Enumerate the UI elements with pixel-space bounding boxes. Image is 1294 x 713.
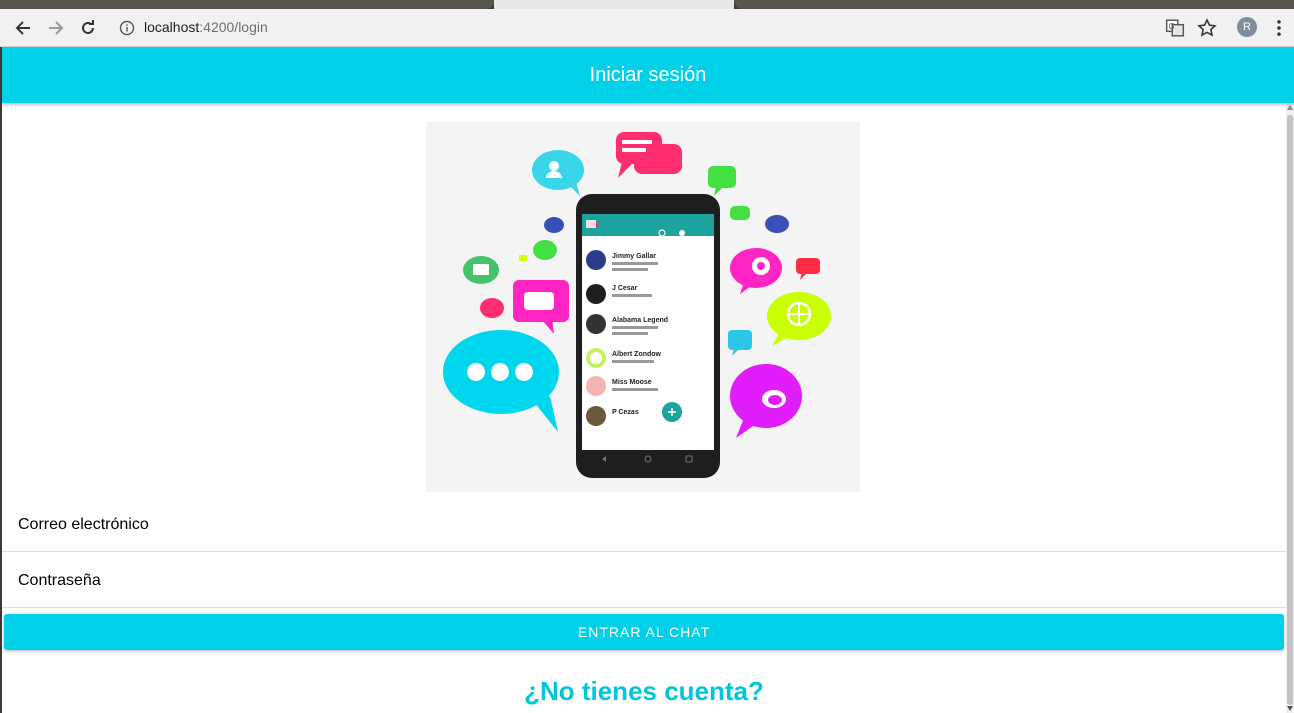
contact-name: Albert Zondow — [612, 351, 662, 358]
email-field-row — [2, 497, 1286, 552]
scroll-up-arrow-icon[interactable] — [1287, 105, 1293, 110]
reload-icon[interactable] — [75, 15, 101, 41]
contact-name: P Cezas — [612, 409, 639, 416]
url-host: localhost — [144, 19, 200, 35]
chat-illustration: Jimmy Gallar J Cesar Alabama Legend Albe… — [426, 122, 860, 492]
active-tab[interactable] — [494, 0, 734, 9]
smartphone-icon — [576, 194, 720, 478]
forward-arrow-icon[interactable] — [43, 15, 69, 41]
password-field-row — [2, 553, 1286, 608]
more-vert-icon[interactable] — [1269, 18, 1289, 38]
translate-icon[interactable]: G — [1165, 18, 1185, 38]
password-field[interactable] — [18, 553, 1218, 608]
bookmark-star-icon[interactable] — [1197, 18, 1217, 38]
tab-strip — [0, 0, 1294, 9]
enter-chat-button[interactable]: ENTRAR AL CHAT — [4, 614, 1284, 650]
site-info-icon[interactable] — [118, 19, 136, 37]
contact-name: J Cesar — [612, 285, 638, 292]
email-field[interactable] — [18, 497, 1218, 552]
login-page: Iniciar sesión Jimmy Gallar J Cesar Alab… — [2, 47, 1294, 713]
scroll-down-arrow-icon[interactable] — [1287, 706, 1293, 711]
vertical-scrollbar[interactable] — [1286, 103, 1294, 713]
back-arrow-icon[interactable] — [10, 15, 36, 41]
scrollbar-thumb[interactable] — [1287, 115, 1293, 705]
address-bar[interactable]: localhost:4200/login — [144, 19, 268, 35]
contact-name: Alabama Legend — [612, 317, 668, 324]
app-header: Iniciar sesión — [2, 47, 1294, 103]
signup-link[interactable]: ¿No tienes cuenta? — [2, 676, 1286, 707]
browser-toolbar: localhost:4200/login G R — [0, 9, 1294, 47]
inactive-tab-right[interactable] — [734, 0, 1294, 9]
contact-name: Jimmy Gallar — [612, 253, 656, 260]
url-path: :4200/login — [199, 19, 268, 35]
contact-name: Miss Moose — [612, 379, 652, 386]
inactive-tab-left[interactable] — [0, 0, 494, 9]
profile-avatar[interactable]: R — [1237, 17, 1257, 37]
page-title: Iniciar sesión — [589, 63, 707, 86]
svg-text:G: G — [1169, 22, 1175, 31]
